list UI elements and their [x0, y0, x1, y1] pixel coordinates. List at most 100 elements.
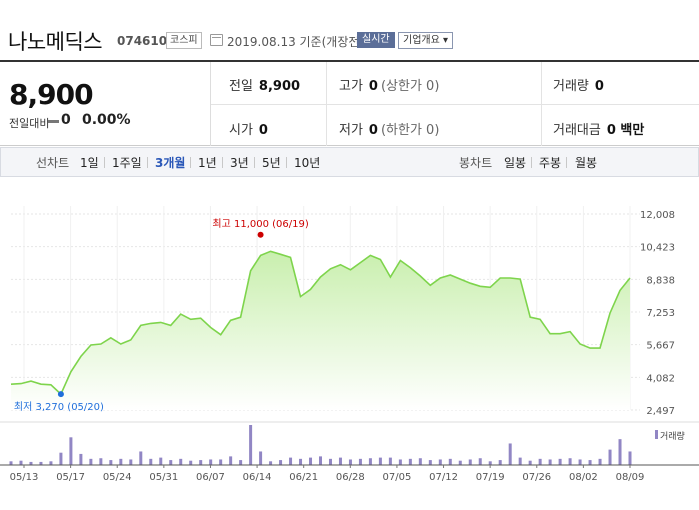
volume-bar — [189, 460, 193, 465]
divider — [104, 157, 105, 168]
volume-bar — [319, 456, 322, 465]
volume-bar — [69, 437, 73, 465]
current-price: 8,900 — [9, 78, 94, 111]
volume-bar — [528, 460, 532, 465]
volume-bar — [618, 439, 622, 465]
x-tick-label: 07/12 — [429, 472, 458, 483]
volume-bar — [488, 461, 492, 465]
tab-daily-candle[interactable]: 일봉 — [504, 154, 526, 171]
tab-monthly-candle[interactable]: 월봉 — [575, 154, 597, 171]
calendar-icon — [210, 34, 223, 46]
high-annotation: 최고 11,000 (06/19) — [212, 218, 308, 230]
y-tick-label: 7,253 — [646, 308, 675, 319]
tab-1d[interactable]: 1일 — [80, 154, 99, 171]
price-chart[interactable]: 12,008 10,423 8,838 7,253 5,667 4,082 2,497 최고… — [0, 178, 699, 510]
volume-bar — [328, 458, 332, 465]
volume-bar — [119, 458, 123, 465]
y-tick-label: 2,497 — [646, 406, 675, 417]
volume-bar — [279, 460, 283, 465]
x-tick-label: 07/05 — [383, 472, 412, 483]
x-tick-label: 08/09 — [616, 472, 645, 483]
volume-bar — [159, 457, 163, 465]
volume-bar — [109, 460, 113, 465]
tab-3y[interactable]: 3년 — [230, 154, 249, 171]
high-value: 0 — [368, 79, 378, 94]
volume-legend: 거래량 — [660, 430, 685, 442]
x-tick-label: 06/28 — [336, 472, 365, 483]
volume-bar — [239, 460, 243, 465]
volume-value: 0 — [594, 79, 604, 94]
volume-bar — [269, 461, 273, 465]
company-info-dropdown[interactable]: 기업개요 ▾ — [398, 32, 453, 49]
volume-bar — [368, 458, 372, 465]
prev-close-value: 8,900 — [258, 79, 301, 94]
candle-chart-label: 봉차트 — [459, 156, 493, 170]
divider — [147, 157, 148, 168]
change-label: 전일대비 — [9, 117, 50, 130]
volume-label: 거래량 — [553, 79, 589, 94]
tab-10y[interactable]: 10년 — [294, 154, 320, 171]
tab-1w[interactable]: 1주일 — [112, 154, 142, 171]
lower-limit: (하한가 0) — [380, 123, 440, 138]
divider — [566, 157, 567, 168]
realtime-button[interactable]: 실시간 — [357, 32, 395, 48]
divider — [541, 62, 542, 146]
volume-bar — [608, 449, 612, 465]
volume-bar — [9, 461, 13, 465]
divider — [531, 157, 532, 168]
volume-bar — [558, 458, 562, 465]
upper-limit: (상한가 0) — [380, 79, 440, 94]
high-price: 고가 0 (상한가 0) — [339, 75, 439, 94]
divider — [211, 104, 699, 105]
tab-weekly-candle[interactable]: 주봉 — [539, 154, 561, 171]
volume-bar — [378, 457, 382, 465]
y-tick-label: 8,838 — [646, 275, 675, 286]
x-tick-label: 05/13 — [10, 472, 39, 483]
divider — [254, 157, 255, 168]
price-box: 8,900 전일대비 0 0.00% — [0, 62, 211, 146]
open-value: 0 — [258, 123, 268, 138]
tab-1y[interactable]: 1년 — [198, 154, 217, 171]
volume-bar — [338, 457, 342, 465]
chart-tabs: 선차트 1일 1주일 3개월 1년 3년 5년 10년 봉차트 일봉 주봉 월봉 — [0, 147, 699, 177]
x-tick-label: 05/17 — [56, 472, 85, 483]
volume-bar — [458, 460, 462, 465]
volume-bar — [538, 458, 542, 465]
tab-5y[interactable]: 5년 — [262, 154, 281, 171]
x-tick-label: 06/21 — [289, 472, 318, 483]
tab-3m[interactable]: 3개월 — [155, 154, 185, 171]
trade-value-value: 0 백만 — [606, 123, 645, 138]
volume-bar — [448, 458, 452, 465]
volume-bar — [588, 460, 592, 465]
y-tick-label: 5,667 — [646, 341, 675, 352]
volume: 거래량 0 — [553, 75, 604, 94]
low-value: 0 — [368, 123, 378, 138]
volume-bar — [289, 457, 293, 465]
y-tick-label: 4,082 — [646, 373, 675, 384]
line-chart-label: 선차트 — [36, 156, 70, 170]
volume-bar — [129, 459, 133, 465]
x-tick-label: 05/31 — [149, 472, 178, 483]
volume-bar — [209, 459, 213, 465]
low-marker — [57, 391, 64, 398]
x-tick-label: 05/24 — [103, 472, 132, 483]
volume-bar — [49, 461, 53, 465]
prev-close-label: 전일 — [229, 79, 253, 94]
volume-bar — [438, 459, 442, 465]
quote-panel: 8,900 전일대비 0 0.00% 전일 8,900 고가 0 (상한가 0) 거래… — [0, 60, 699, 146]
volume-legend-swatch — [655, 430, 658, 439]
high-marker — [257, 231, 264, 238]
volume-bar — [219, 459, 223, 465]
divider — [286, 157, 287, 168]
volume-bar — [468, 459, 472, 465]
volume-bar — [149, 458, 153, 465]
y-tick-label: 12,008 — [640, 210, 675, 221]
volume-bar — [139, 451, 143, 465]
open-price: 시가 0 — [229, 119, 268, 138]
volume-bar — [169, 460, 173, 465]
open-label: 시가 — [229, 123, 253, 138]
volume-bar — [358, 458, 362, 465]
volume-bar — [398, 459, 402, 465]
volume-bar — [199, 460, 203, 465]
market-badge: 코스피 — [166, 32, 202, 49]
